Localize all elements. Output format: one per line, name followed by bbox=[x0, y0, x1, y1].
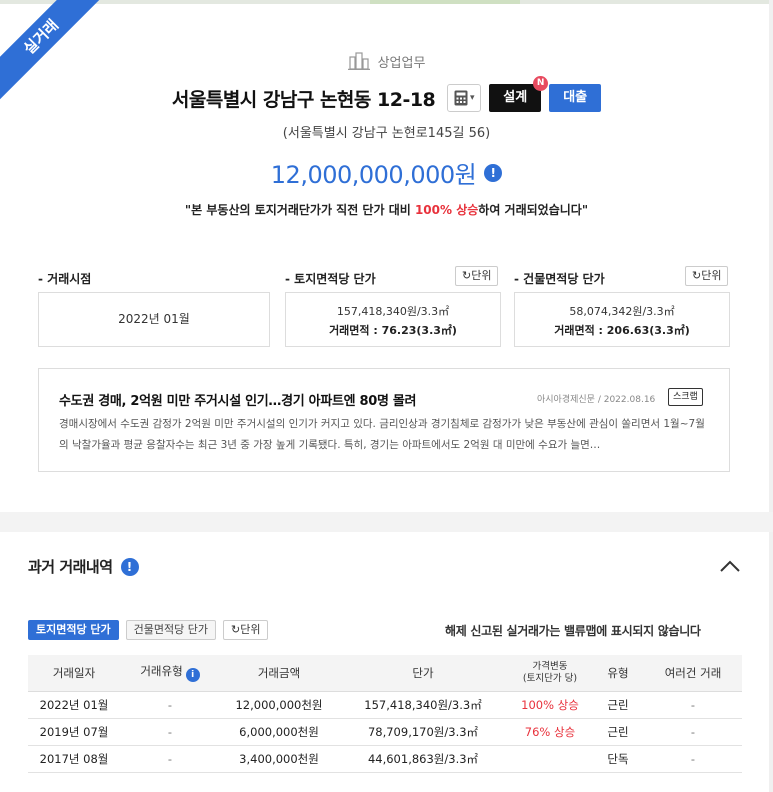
col-multi: 여러건 거래 bbox=[644, 655, 742, 692]
info-icon[interactable]: ! bbox=[484, 163, 503, 182]
row-date: 2022년 01월 bbox=[28, 691, 120, 719]
col-unit-price: 단가 bbox=[338, 655, 508, 692]
land-area-value: 거래면적 : 76.23(3.3㎡) bbox=[329, 324, 457, 337]
row-change bbox=[508, 745, 592, 773]
row-multi: - bbox=[644, 691, 742, 719]
price-row: 12,000,000,000원 ! bbox=[0, 155, 773, 190]
new-badge: N bbox=[533, 76, 549, 91]
row-change: 76% 상승 bbox=[508, 718, 592, 746]
summary-section: 상업업무 서울특별시 강남구 논현동 12-18 ▾ 설계 N 대출 (서울특별… bbox=[0, 0, 773, 512]
building-price-label: - 건물면적당 단가 bbox=[514, 272, 605, 286]
col-type: 거래유형 i bbox=[120, 655, 220, 692]
row-multi: - bbox=[644, 745, 742, 773]
trade-date-box: 2022년 01월 bbox=[38, 292, 270, 347]
land-unit-button[interactable]: ↻단위 bbox=[455, 266, 499, 286]
col-type-label: 거래유형 bbox=[140, 664, 183, 679]
design-button-label: 설계 bbox=[503, 90, 528, 105]
history-unit-label: 단위 bbox=[240, 623, 261, 636]
trade-price: 12,000,000,000원 bbox=[270, 161, 477, 189]
news-source-name: 아시아경제신문 bbox=[537, 395, 595, 405]
price-change-quote: "본 부동산의 토지거래단가가 직전 단가 대비 100% 상승하여 거래되었습… bbox=[0, 201, 773, 218]
building-price-value: 58,074,342원/3.3㎡ bbox=[569, 305, 675, 318]
loan-button[interactable]: 대출 bbox=[549, 84, 602, 112]
calculator-button[interactable]: ▾ bbox=[447, 84, 482, 112]
row-change: 100% 상승 bbox=[508, 691, 592, 719]
section-divider bbox=[0, 512, 773, 532]
design-button[interactable]: 설계 N bbox=[489, 76, 549, 112]
row-kind: 근린 bbox=[592, 691, 644, 719]
building-unit-button[interactable]: ↻단위 bbox=[685, 266, 729, 286]
info-icon[interactable]: ! bbox=[120, 557, 139, 576]
row-amount: 3,400,000천원 bbox=[220, 745, 338, 773]
address-row: 서울특별시 강남구 논현동 12-18 ▾ 설계 N 대출 bbox=[0, 76, 773, 112]
col-amount: 거래금액 bbox=[220, 655, 338, 692]
col-kind: 유형 bbox=[592, 655, 644, 692]
trade-date-value: 2022년 01월 bbox=[118, 312, 190, 326]
info-icon[interactable]: i bbox=[185, 668, 200, 683]
table-header-row: 거래일자 거래유형 i 거래금액 단가 가격변동 (토지단가 당) 유형 여러건 … bbox=[28, 655, 742, 692]
history-header: 과거 거래내역 ! bbox=[28, 556, 139, 577]
category-label: 상업업무 bbox=[377, 56, 426, 71]
tab-land-price[interactable]: 토지면적당 단가 bbox=[28, 620, 119, 640]
row-unit-price: 78,709,170원/3.3㎡ bbox=[338, 718, 508, 746]
table-row[interactable]: 2022년 01월 - 12,000,000천원 157,418,340원/3.… bbox=[28, 691, 742, 719]
scrap-button[interactable]: 스크랩 bbox=[668, 388, 703, 406]
calculator-icon bbox=[454, 90, 468, 106]
refresh-icon: ↻ bbox=[231, 623, 241, 636]
row-kind: 단독 bbox=[592, 745, 644, 773]
col-change: 가격변동 (토지단가 당) bbox=[508, 655, 592, 692]
row-type: - bbox=[120, 718, 220, 746]
row-amount: 12,000,000천원 bbox=[220, 691, 338, 719]
quote-highlight: 100% 상승 bbox=[414, 203, 479, 217]
refresh-icon: ↻ bbox=[462, 269, 472, 282]
row-unit-price: 44,601,863원/3.3㎡ bbox=[338, 745, 508, 773]
col-date: 거래일자 bbox=[28, 655, 120, 692]
history-title: 과거 거래내역 bbox=[28, 558, 113, 576]
row-type: - bbox=[120, 745, 220, 773]
news-card[interactable]: 수도권 경매, 2억원 미만 주거시설 인기…경기 아파트엔 80명 몰려 아시… bbox=[38, 368, 730, 472]
history-unit-button[interactable]: ↻단위 bbox=[223, 620, 269, 640]
row-multi: - bbox=[644, 718, 742, 746]
building-icon bbox=[347, 52, 370, 70]
row-date: 2017년 08월 bbox=[28, 745, 120, 773]
category: 상업업무 bbox=[0, 52, 773, 71]
land-price-box: 157,418,340원/3.3㎡ 거래면적 : 76.23(3.3㎡) bbox=[285, 292, 501, 347]
news-title[interactable]: 수도권 경매, 2억원 미만 주거시설 인기…경기 아파트엔 80명 몰려 bbox=[59, 390, 417, 409]
building-unit-label: 단위 bbox=[701, 269, 722, 282]
address-title: 서울특별시 강남구 논현동 12-18 bbox=[171, 88, 436, 111]
cancel-notice: 해제 신고된 실거래가는 밸류맵에 표시되지 않습니다 bbox=[445, 624, 701, 638]
row-kind: 근린 bbox=[592, 718, 644, 746]
building-price-box: 58,074,342원/3.3㎡ 거래면적 : 206.63(3.3㎡) bbox=[514, 292, 730, 347]
land-price-value: 157,418,340원/3.3㎡ bbox=[336, 305, 450, 318]
tab-building-price[interactable]: 건물면적당 단가 bbox=[125, 620, 217, 640]
row-date: 2019년 07월 bbox=[28, 718, 120, 746]
refresh-icon: ↻ bbox=[692, 269, 702, 282]
news-date: 2022.08.16 bbox=[603, 395, 656, 405]
row-unit-price: 157,418,340원/3.3㎡ bbox=[338, 691, 508, 719]
history-tabs: 토지면적당 단가 건물면적당 단가 ↻단위 bbox=[28, 620, 275, 640]
row-type: - bbox=[120, 691, 220, 719]
table-row[interactable]: 2017년 08월 - 3,400,000천원 44,601,863원/3.3㎡… bbox=[28, 745, 742, 773]
road-address: (서울특별시 강남구 논현로145길 56) bbox=[282, 126, 491, 141]
quote-text-end: 하여 거래되었습니다" bbox=[478, 203, 589, 217]
trade-date-label: - 거래시점 bbox=[38, 272, 92, 286]
property-detail-page: 실거래 상업업무 서울특별시 강남구 논현동 12-18 ▾ 설계 N 대출 (… bbox=[0, 0, 773, 792]
chevron-up-icon[interactable] bbox=[718, 556, 742, 576]
chevron-down-icon: ▾ bbox=[470, 93, 475, 103]
news-source: 아시아경제신문 / 2022.08.16 bbox=[537, 395, 656, 405]
building-area-value: 거래면적 : 206.63(3.3㎡) bbox=[554, 324, 690, 337]
row-amount: 6,000,000천원 bbox=[220, 718, 338, 746]
col-change-sub: (토지단가 당) bbox=[522, 672, 578, 684]
col-change-label: 가격변동 bbox=[532, 660, 568, 672]
table-row[interactable]: 2019년 07월 - 6,000,000천원 78,709,170원/3.3㎡… bbox=[28, 718, 742, 746]
land-price-label: - 토지면적당 단가 bbox=[285, 272, 376, 286]
land-unit-label: 단위 bbox=[471, 269, 492, 282]
quote-text: "본 부동산의 토지거래단가가 직전 단가 대비 bbox=[184, 203, 415, 217]
history-table: 거래일자 거래유형 i 거래금액 단가 가격변동 (토지단가 당) 유형 여러건 … bbox=[28, 655, 742, 773]
news-body: 경매시장에서 수도권 감정가 2억원 미만 주거시설의 인기가 커지고 있다. … bbox=[59, 418, 705, 451]
